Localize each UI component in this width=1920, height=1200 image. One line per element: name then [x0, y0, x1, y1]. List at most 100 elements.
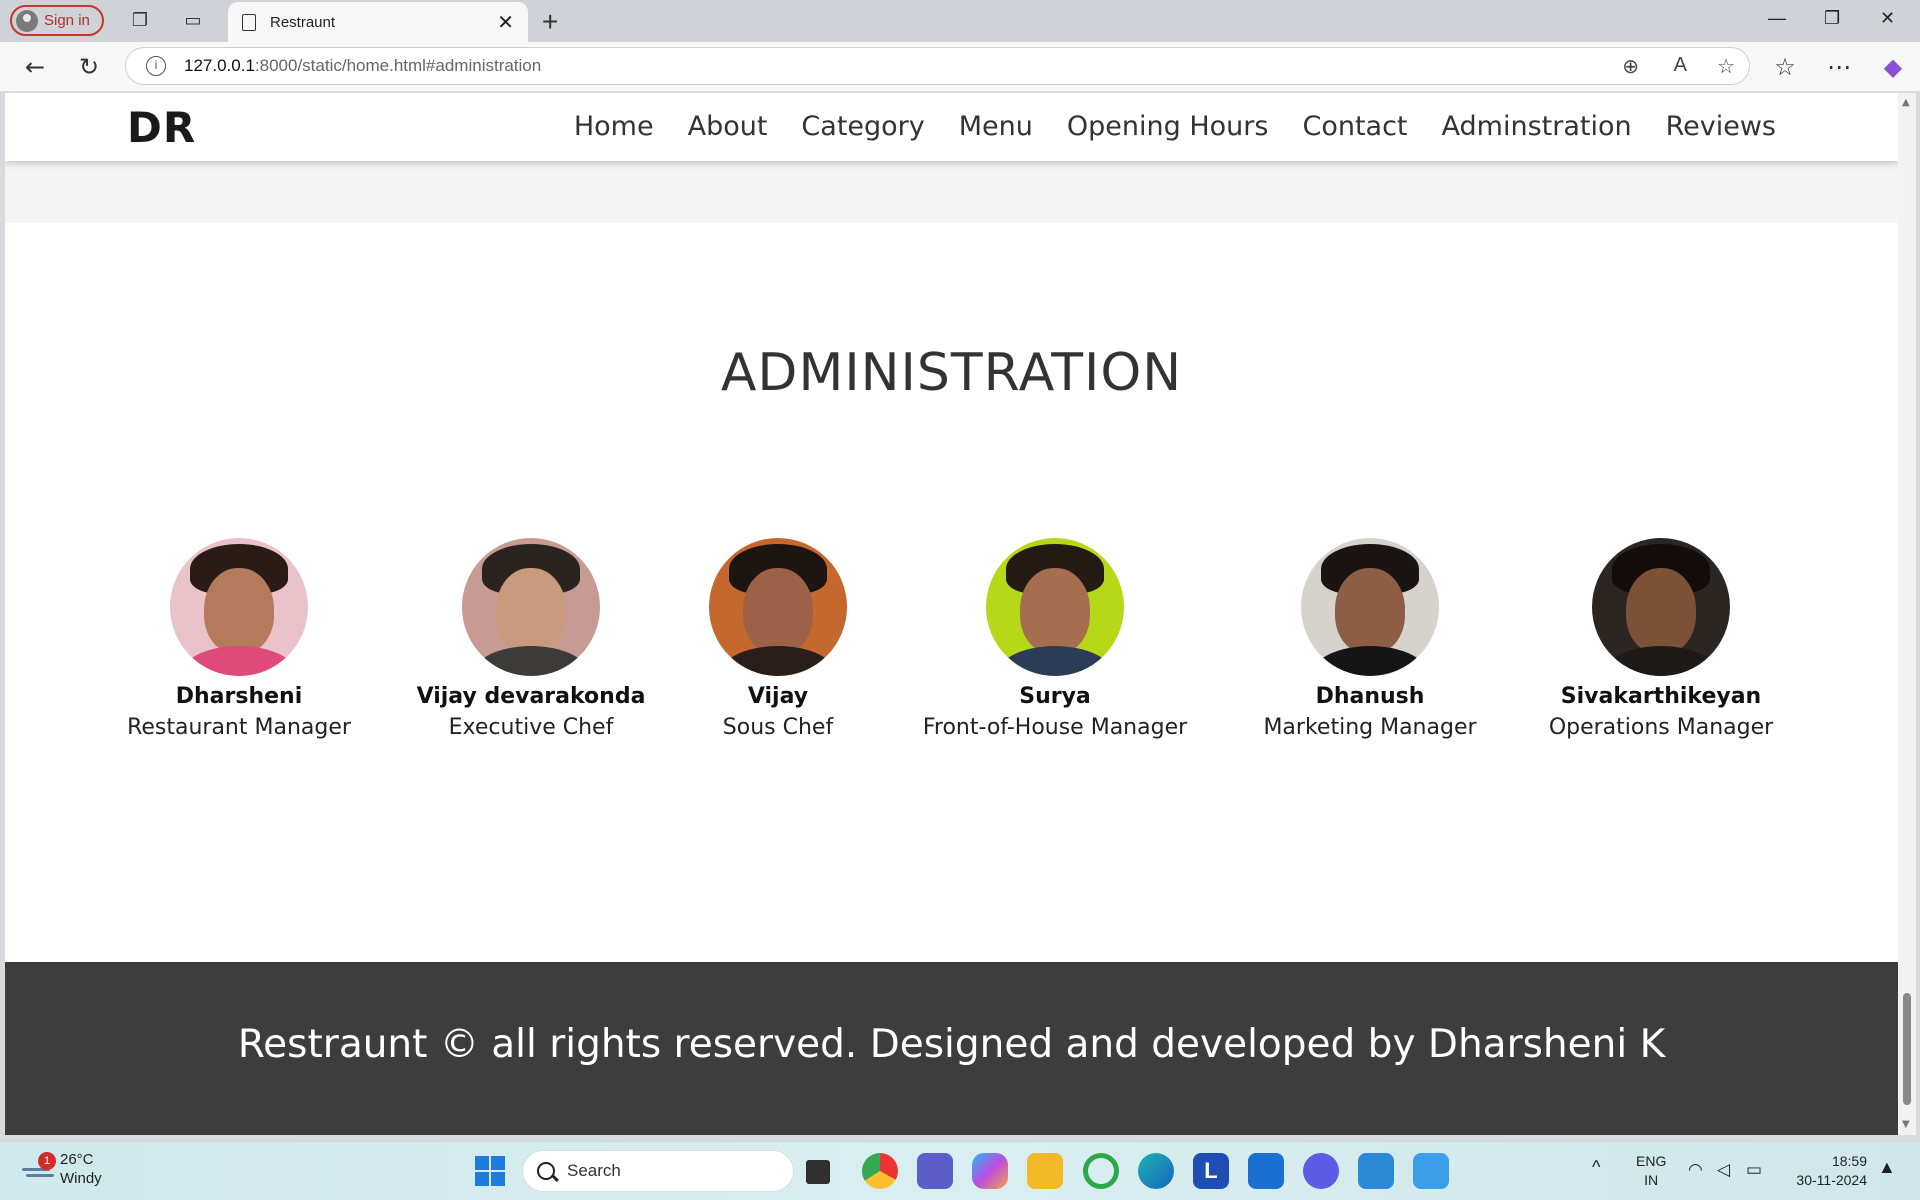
scroll-down-icon[interactable]: ▼: [1902, 1119, 1910, 1130]
restore-icon[interactable]: ❐: [1824, 8, 1840, 29]
favorites-icon[interactable]: ☆: [1770, 52, 1800, 82]
file-explorer-icon[interactable]: [1027, 1153, 1063, 1189]
member-name: Dhanush: [1315, 684, 1425, 709]
site-info-icon[interactable]: i: [146, 56, 166, 76]
close-tab-icon[interactable]: ✕: [497, 10, 514, 35]
refresh-app-icon[interactable]: [1083, 1153, 1119, 1189]
battery-icon[interactable]: ▭: [1746, 1160, 1762, 1179]
tab-restraunt[interactable]: Restraunt ✕: [228, 2, 528, 42]
avatar: [1592, 538, 1730, 676]
taskbar-search[interactable]: Search: [522, 1150, 794, 1192]
address-input[interactable]: i 127.0.0.1:8000/static/home.html#admini…: [125, 47, 1750, 85]
profile-icon: [16, 9, 38, 32]
copilot-icon[interactable]: ◆: [1878, 52, 1908, 82]
team-member: Sivakarthikeyan Operations Manager: [1501, 538, 1821, 740]
zoom-icon[interactable]: ⊕: [1622, 54, 1639, 79]
chrome-icon[interactable]: [862, 1153, 898, 1189]
member-name: Dharsheni: [175, 684, 303, 709]
team-member: Surya Front-of-House Manager: [895, 538, 1215, 740]
task-view-icon[interactable]: [806, 1160, 830, 1184]
nav-home[interactable]: Home: [574, 111, 654, 142]
member-role: Sous Chef: [722, 715, 834, 740]
favorite-star-icon[interactable]: ☆: [1717, 54, 1735, 79]
temperature: 26°C: [60, 1151, 94, 1168]
scroll-up-icon[interactable]: ▲: [1902, 97, 1910, 108]
section-title: ADMINISTRATION: [720, 343, 1183, 403]
avatar: [170, 538, 308, 676]
footer-text: Restraunt © all rights reserved. Designe…: [237, 1022, 1666, 1067]
store-icon[interactable]: [1248, 1153, 1284, 1189]
edge-icon[interactable]: [1138, 1153, 1174, 1189]
site-logo[interactable]: DR: [127, 103, 196, 152]
nav-reviews[interactable]: Reviews: [1666, 111, 1776, 142]
clock[interactable]: 18:59 30-11-2024: [1785, 1152, 1867, 1190]
avatar: [986, 538, 1124, 676]
language-indicator[interactable]: ENG IN: [1636, 1152, 1666, 1190]
lens-app-icon[interactable]: L: [1193, 1153, 1229, 1189]
nav-administration[interactable]: Adminstration: [1442, 111, 1632, 142]
arc-icon[interactable]: [1303, 1153, 1339, 1189]
sign-in-button[interactable]: Sign in: [10, 5, 104, 36]
search-icon: [537, 1162, 555, 1180]
refresh-icon[interactable]: ↻: [74, 52, 104, 82]
close-window-icon[interactable]: ✕: [1880, 8, 1895, 29]
member-name: Vijay: [747, 684, 809, 709]
member-name: Surya: [1019, 684, 1091, 709]
page-viewport: DR Home About Category Menu Opening Hour…: [5, 93, 1898, 1135]
more-menu-icon[interactable]: ⋯: [1824, 52, 1854, 82]
show-hidden-icons[interactable]: ^: [1592, 1158, 1600, 1177]
tab-actions-icon[interactable]: ▭: [181, 9, 205, 33]
volume-icon[interactable]: ◁: [1717, 1160, 1730, 1179]
new-tab-button[interactable]: +: [542, 6, 558, 38]
search-placeholder: Search: [567, 1161, 621, 1180]
member-role: Restaurant Manager: [127, 715, 351, 740]
previous-section-edge: [5, 161, 1898, 223]
minimize-icon[interactable]: —: [1768, 8, 1786, 29]
address-bar-row: ← ↻ i 127.0.0.1:8000/static/home.html#ad…: [0, 42, 1920, 92]
read-aloud-icon[interactable]: A: [1674, 54, 1687, 77]
scrollbar-thumb[interactable]: [1903, 993, 1911, 1105]
copilot-app-icon[interactable]: [972, 1153, 1008, 1189]
nav-menu[interactable]: Menu: [959, 111, 1033, 142]
workspaces-icon[interactable]: ❐: [128, 9, 152, 33]
notification-badge: 1: [38, 1152, 56, 1170]
time: 18:59: [1831, 1153, 1867, 1169]
teams-icon[interactable]: [917, 1153, 953, 1189]
page-icon: [242, 13, 256, 31]
avatar: [1301, 538, 1439, 676]
avatar: [462, 538, 600, 676]
main-nav: Home About Category Menu Opening Hours C…: [574, 111, 1776, 142]
notifications-bell-icon[interactable]: ▲: [1878, 1158, 1896, 1177]
lang-top: ENG: [1636, 1153, 1667, 1169]
url-path: :8000/static/home.html#administration: [254, 56, 542, 75]
team-member: Dhanush Marketing Manager: [1210, 538, 1530, 740]
nav-contact[interactable]: Contact: [1302, 111, 1407, 142]
sign-in-label: Sign in: [44, 12, 90, 29]
site-footer: Restraunt © all rights reserved. Designe…: [5, 962, 1898, 1135]
tab-title: Restraunt: [270, 13, 336, 31]
date: 30-11-2024: [1796, 1172, 1867, 1188]
member-role: Operations Manager: [1548, 715, 1774, 740]
back-icon[interactable]: ←: [20, 52, 50, 82]
nav-opening-hours[interactable]: Opening Hours: [1067, 111, 1269, 142]
vscode-icon[interactable]: [1358, 1153, 1394, 1189]
url-host: 127.0.0.1: [184, 56, 255, 75]
nav-category[interactable]: Category: [801, 111, 924, 142]
member-role: Front-of-House Manager: [922, 715, 1188, 740]
member-role: Marketing Manager: [1263, 715, 1477, 740]
wifi-icon[interactable]: ◠: [1688, 1160, 1703, 1179]
page-scrollbar[interactable]: ▲ ▼: [1898, 93, 1916, 1135]
lang-bottom: IN: [1644, 1172, 1659, 1188]
browser-tab-bar: Sign in ❐ ▭ Restraunt ✕ + — ❐ ✕: [0, 0, 1920, 42]
wind-icon: 1: [22, 1152, 56, 1182]
avatar: [709, 538, 847, 676]
windows-taskbar: 1 26°C Windy Search L ^ ENG IN ◠ ◁ ▭ 18:…: [0, 1141, 1920, 1200]
team-member: Dharsheni Restaurant Manager: [79, 538, 399, 740]
site-header: DR Home About Category Menu Opening Hour…: [5, 93, 1898, 161]
weather-widget[interactable]: 1 26°C Windy: [22, 1150, 102, 1188]
team-member: Vijay Sous Chef: [618, 538, 938, 740]
start-icon[interactable]: [475, 1156, 505, 1186]
photos-icon[interactable]: [1413, 1153, 1449, 1189]
weather-condition: Windy: [60, 1170, 102, 1187]
nav-about[interactable]: About: [688, 111, 768, 142]
